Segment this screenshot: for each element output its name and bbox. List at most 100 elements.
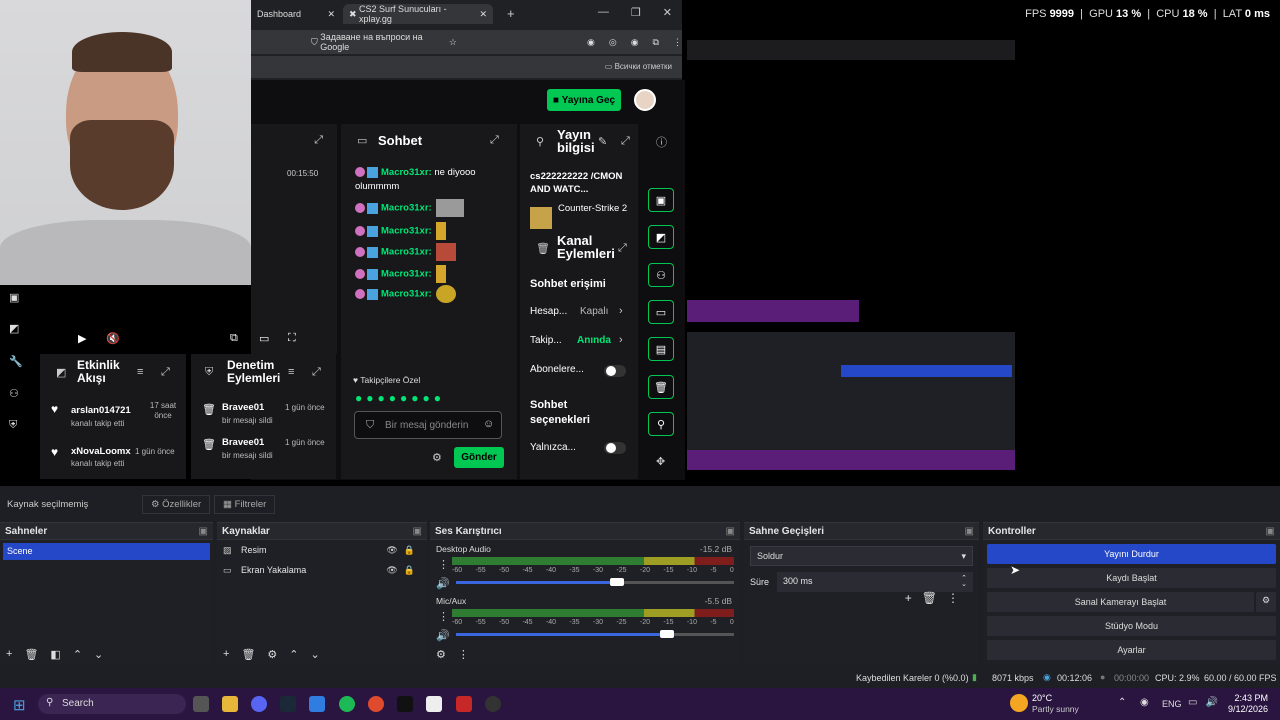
dock-float-icon[interactable]: ▣ — [1266, 526, 1275, 537]
tray-chevron-icon[interactable]: ⌃ — [1118, 697, 1126, 708]
send-button[interactable]: Gönder — [454, 447, 504, 468]
task-view-icon[interactable] — [193, 696, 209, 712]
tab-xplay[interactable]: ✖ CS2 Surf Sunucuları - xplay.gg ✕ — [343, 4, 493, 24]
tray-app-icon[interactable]: ◉ — [1140, 697, 1149, 708]
dock-float-icon[interactable]: ▣ — [413, 526, 422, 537]
account-age-value[interactable]: Kapalı — [580, 306, 608, 317]
all-bookmarks-link[interactable]: Всички отметки — [615, 62, 672, 71]
address-bar[interactable]: ⛉ Задаване на въпроси на Google ☆ ◉◎◉⧉ ⋮ — [251, 30, 682, 54]
settings-button[interactable]: Ayarlar — [987, 640, 1276, 660]
pip-icon[interactable]: ⧉ — [230, 332, 238, 345]
wrench-icon[interactable]: 🔧 — [9, 355, 23, 368]
chat-message-input[interactable]: Bir mesaj gönderin — [354, 411, 502, 439]
gear-icon[interactable]: ⚙ — [432, 451, 442, 464]
gear-icon[interactable]: ⚙ — [267, 648, 277, 661]
kick-app-icon[interactable] — [397, 696, 413, 712]
taskbar-search[interactable]: Search — [38, 694, 186, 714]
info-icon[interactable]: ⓘ — [656, 134, 667, 150]
virtual-camera-button[interactable]: Sanal Kamerayı Başlat — [987, 592, 1254, 612]
source-item[interactable]: ▭ Ekran Yakalama 👁🔒 — [217, 560, 427, 580]
down-icon[interactable]: ⌄ — [94, 648, 103, 661]
expand-icon[interactable]: ⤢ — [312, 366, 321, 379]
up-icon[interactable]: ⌃ — [73, 648, 82, 661]
emoji-icon[interactable]: ☺ — [483, 418, 494, 430]
transition-select[interactable]: Soldur ▾ — [750, 546, 973, 566]
source-item[interactable]: ▨ Resim 👁🔒 — [217, 540, 427, 560]
only-toggle[interactable] — [604, 442, 626, 454]
clock-date[interactable]: 9/12/2026 — [1218, 704, 1268, 714]
expand-icon[interactable]: ⤢ — [490, 134, 499, 147]
volume-slider[interactable] — [456, 578, 734, 586]
theater-icon[interactable]: ▭ — [259, 332, 269, 345]
steam-icon[interactable] — [280, 696, 296, 712]
chrome-icon[interactable] — [368, 696, 384, 712]
discord-icon[interactable] — [251, 696, 267, 712]
language-indicator[interactable]: ENG — [1162, 699, 1182, 709]
side-tool-video[interactable]: ▣ — [648, 188, 674, 212]
filters-button[interactable]: ▦ Filtreler — [214, 495, 276, 514]
menu-kebab-icon[interactable]: ⋮ — [458, 648, 469, 661]
stop-streaming-button[interactable]: Yayını Durdur — [987, 544, 1276, 564]
feed-user[interactable]: Bravee01 — [222, 437, 264, 448]
feed-user[interactable]: xNovaLoomx — [71, 446, 131, 457]
fullscreen-icon[interactable]: ⛶ — [288, 332, 296, 345]
side-tool-media[interactable]: ▤ — [648, 337, 674, 361]
speaker-icon[interactable]: 🔊 — [436, 629, 450, 642]
channel-menu-icon[interactable]: ⋮ — [438, 610, 449, 623]
tab-dashboard[interactable]: Dashboard ✕ — [251, 4, 341, 24]
add-icon[interactable]: + — [223, 648, 229, 660]
game-name[interactable]: Counter-Strike 2 — [558, 202, 636, 215]
obs-icon[interactable] — [485, 696, 501, 712]
expand-icon[interactable]: ⤢ — [621, 135, 630, 148]
more-tools-icon[interactable]: ✥ — [656, 455, 665, 468]
expand-icon[interactable]: ⤢ — [618, 242, 627, 255]
maximize-icon[interactable]: ❐ — [631, 6, 641, 19]
scene-item[interactable]: Scene — [3, 543, 210, 560]
edit-icon[interactable]: ✎ — [598, 135, 607, 148]
down-icon[interactable]: ⌄ — [311, 648, 320, 661]
video-icon[interactable]: ▣ — [9, 291, 19, 304]
side-tool-chat[interactable]: ▭ — [648, 300, 674, 324]
mod-icon[interactable]: ⛨ — [9, 419, 17, 432]
close-icon[interactable]: ✕ — [327, 9, 335, 20]
side-tool-search[interactable]: ⚲ — [648, 412, 674, 436]
windows-start-icon[interactable]: ⊞ — [13, 696, 26, 714]
add-icon[interactable]: + — [6, 648, 12, 660]
close-window-icon[interactable]: ✕ — [663, 6, 672, 19]
extension-icons[interactable]: ◉◎◉⧉ — [587, 37, 673, 48]
play-icon[interactable]: ▶ — [78, 332, 86, 345]
expand-icon[interactable]: ⤢ — [161, 366, 170, 379]
go-live-button[interactable]: ■ Yayına Geç — [547, 89, 621, 111]
transition-actions[interactable]: +🗑⋮ — [905, 591, 969, 605]
trash-icon[interactable]: 🗑 — [241, 648, 255, 661]
subscribers-toggle[interactable] — [604, 365, 626, 377]
app-icon[interactable] — [426, 696, 442, 712]
follower-value[interactable]: Anında — [577, 335, 611, 346]
users-icon[interactable]: ⚇ — [9, 387, 19, 400]
spotify-icon[interactable] — [339, 696, 355, 712]
side-tool-users[interactable]: ⚇ — [648, 263, 674, 287]
side-tool-chart[interactable]: ◩ — [648, 225, 674, 249]
start-recording-button[interactable]: Kaydı Başlat — [987, 568, 1276, 588]
feed-user[interactable]: Bravee01 — [222, 402, 264, 413]
clock-time[interactable]: 2:43 PM — [1228, 693, 1268, 703]
expand-icon[interactable]: ⤢ — [314, 134, 323, 147]
duration-input[interactable]: 300 ms ⌃ ⌄ — [777, 572, 973, 592]
mute-icon[interactable]: 🔇 — [106, 332, 120, 345]
filter-icon[interactable]: ≡ — [137, 366, 143, 378]
dock-float-icon[interactable]: ▣ — [965, 526, 974, 537]
side-tool-trash[interactable]: 🗑 — [648, 375, 674, 399]
speaker-icon[interactable]: 🔊 — [436, 577, 450, 590]
avatar[interactable] — [634, 89, 656, 111]
vanguard-icon[interactable] — [456, 696, 472, 712]
menu-kebab-icon[interactable]: ⋮ — [673, 37, 682, 48]
studio-mode-button[interactable]: Stüdyo Modu — [987, 616, 1276, 636]
chart-icon[interactable]: ◩ — [9, 322, 19, 335]
channel-menu-icon[interactable]: ⋮ — [438, 558, 449, 571]
bookmark-star-icon[interactable]: ☆ — [449, 37, 457, 48]
close-icon[interactable]: ✕ — [479, 9, 487, 20]
visibility-lock-icons[interactable]: 👁🔒 — [386, 545, 421, 556]
new-tab-button[interactable]: + — [507, 6, 515, 21]
trash-icon[interactable]: 🗑 — [24, 648, 38, 661]
file-explorer-icon[interactable] — [222, 696, 238, 712]
